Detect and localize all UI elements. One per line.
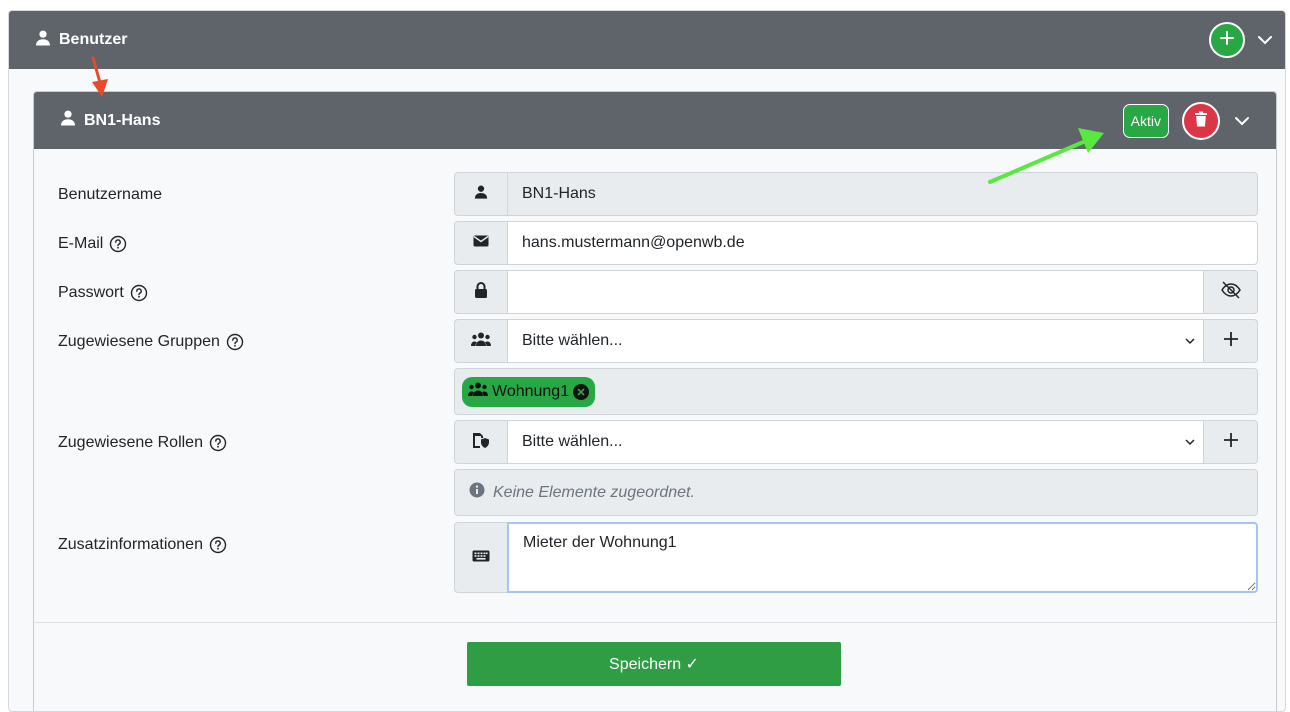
users-card-header[interactable]: Benutzer — [9, 11, 1285, 69]
chevron-down-icon — [1185, 433, 1195, 451]
add-role-button[interactable] — [1203, 420, 1258, 464]
username-prefix — [454, 172, 508, 216]
plus-icon — [1223, 432, 1239, 453]
delete-user-button[interactable] — [1182, 102, 1220, 140]
roles-select[interactable]: Bitte wählen... — [507, 420, 1204, 464]
roles-empty-text: Keine Elemente zugeordnet. — [493, 483, 695, 501]
username-field[interactable]: BN1-Hans — [507, 172, 1258, 216]
chevron-down-icon[interactable] — [1232, 111, 1252, 131]
roles-label: Zugewiesene Rollen — [58, 432, 227, 454]
email-label: E-Mail — [58, 233, 127, 255]
password-label: Passwort — [58, 282, 148, 304]
password-field[interactable] — [507, 270, 1204, 314]
extra-info-prefix — [454, 522, 508, 593]
user-shield-icon — [472, 432, 490, 453]
help-icon[interactable] — [209, 434, 227, 452]
groups-select-placeholder: Bitte wählen... — [522, 332, 623, 349]
keyboard-icon — [472, 549, 490, 567]
plus-icon — [1219, 30, 1235, 51]
email-prefix — [454, 221, 508, 265]
groups-label: Zugewiesene Gruppen — [58, 331, 244, 353]
password-label-text: Passwort — [58, 284, 124, 301]
eye-slash-icon — [1220, 280, 1242, 304]
plus-icon — [1223, 331, 1239, 352]
users-card: Benutzer BN1-Hans Aktiv Benutzername BN1… — [8, 10, 1286, 712]
info-icon — [469, 482, 485, 503]
save-button[interactable]: Speichern ✓ — [467, 642, 841, 686]
user-card-header[interactable]: BN1-Hans Aktiv — [34, 92, 1276, 149]
email-value: hans.mustermann@openwb.de — [522, 234, 745, 251]
email-field[interactable]: hans.mustermann@openwb.de — [507, 221, 1258, 265]
password-toggle-button[interactable] — [1203, 270, 1258, 314]
users-icon — [468, 382, 488, 401]
username-label-text: Benutzername — [58, 186, 163, 203]
extra-info-label-text: Zusatzinformationen — [58, 536, 203, 553]
groups-label-text: Zugewiesene Gruppen — [58, 333, 220, 350]
chevron-down-icon — [1185, 332, 1195, 350]
roles-tag-area: Keine Elemente zugeordnet. — [454, 469, 1258, 516]
user-card: BN1-Hans Aktiv Benutzername BN1-Hans E-M… — [33, 91, 1277, 711]
remove-chip-icon[interactable] — [573, 383, 590, 400]
save-button-label: Speichern ✓ — [609, 656, 699, 673]
add-user-button[interactable] — [1209, 22, 1245, 58]
help-icon[interactable] — [226, 333, 244, 351]
users-icon — [471, 332, 491, 351]
user-card-title-text: BN1-Hans — [84, 111, 161, 129]
extra-info-label: Zusatzinformationen — [58, 534, 227, 556]
user-icon — [60, 110, 76, 131]
email-label-text: E-Mail — [58, 235, 104, 252]
groups-prefix — [454, 319, 508, 363]
groups-tag-area: Wohnung1 — [454, 368, 1258, 415]
roles-select-placeholder: Bitte wählen... — [522, 433, 623, 450]
username-value: BN1-Hans — [522, 185, 596, 202]
roles-label-text: Zugewiesene Rollen — [58, 434, 203, 451]
help-icon[interactable] — [130, 284, 148, 302]
user-icon — [35, 30, 51, 51]
lock-icon — [474, 281, 488, 303]
group-chip[interactable]: Wohnung1 — [462, 376, 596, 407]
card-footer: Speichern ✓ — [34, 622, 1276, 711]
trash-icon — [1194, 111, 1208, 132]
roles-empty-note: Keine Elemente zugeordnet. — [469, 482, 695, 503]
password-prefix — [454, 270, 508, 314]
chevron-down-icon[interactable] — [1255, 30, 1275, 50]
group-chip-label: Wohnung1 — [492, 382, 570, 400]
help-icon[interactable] — [209, 536, 227, 554]
user-card-title: BN1-Hans — [60, 92, 160, 149]
users-card-title: Benutzer — [35, 11, 127, 69]
roles-prefix — [454, 420, 508, 464]
status-badge[interactable]: Aktiv — [1122, 104, 1169, 138]
extra-info-textarea[interactable]: Mieter der Wohnung1 — [507, 522, 1258, 593]
groups-select[interactable]: Bitte wählen... — [507, 319, 1204, 363]
username-label: Benutzername — [58, 184, 162, 206]
users-card-title-text: Benutzer — [59, 31, 128, 48]
add-group-button[interactable] — [1203, 319, 1258, 363]
help-icon[interactable] — [109, 235, 127, 253]
user-icon — [474, 185, 488, 204]
envelope-icon — [473, 234, 489, 252]
